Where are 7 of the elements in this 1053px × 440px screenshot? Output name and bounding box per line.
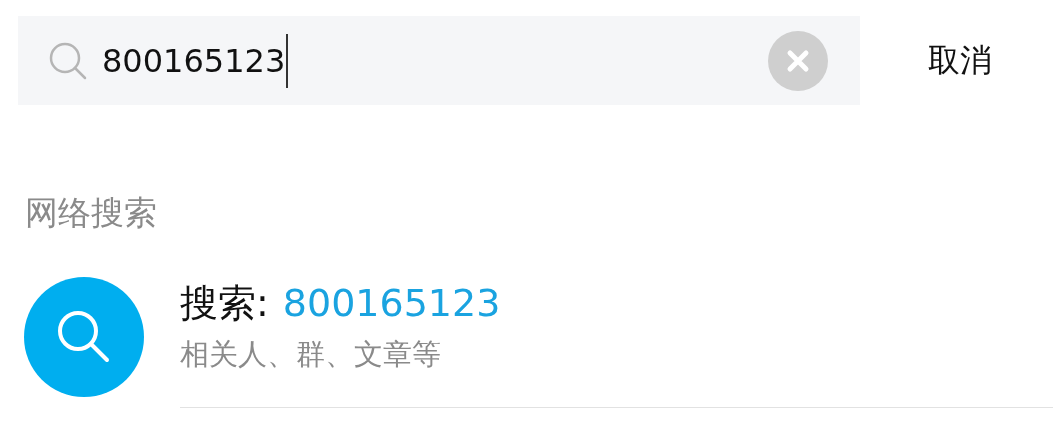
section-title: 网络搜索 bbox=[24, 192, 158, 234]
cancel-button[interactable]: 取消 bbox=[928, 38, 992, 83]
result-subtitle: 相关人、群、文章等 bbox=[180, 336, 442, 373]
search-text: 800165123 bbox=[102, 41, 286, 80]
search-icon bbox=[48, 40, 88, 81]
result-label: 搜索: bbox=[180, 280, 269, 327]
search-field[interactable]: 800165123 bbox=[18, 16, 860, 105]
